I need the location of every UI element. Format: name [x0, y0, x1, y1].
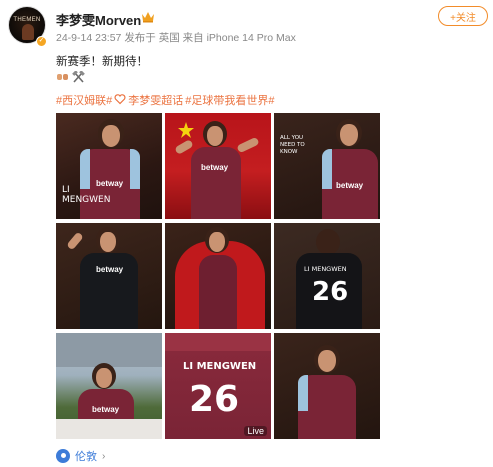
chevron-right-icon: ›	[102, 450, 106, 462]
photo-1[interactable]: betway LI MENGWEN	[56, 113, 162, 219]
jersey-number: 26	[312, 277, 349, 307]
hashtag-row: #西汉姆联# 李梦雯超话 #足球带我看世界#	[56, 92, 275, 108]
sponsor-text: betway	[92, 405, 120, 414]
photo-caption: ALL YOU NEED TO KNOW	[280, 135, 305, 155]
hashtag-link[interactable]: #足球带我看世界#	[185, 92, 274, 108]
fist-bump-icon	[57, 74, 68, 80]
post-text: 新赛季！新期待！	[56, 56, 148, 68]
post-meta: 24-9-14 23:57 发布于 英国 来自 iPhone 14 Pro Ma…	[56, 30, 296, 45]
photo-4[interactable]: betway	[56, 223, 162, 329]
post-timestamp[interactable]: 24-9-14 23:57	[56, 32, 121, 44]
hashtag-link[interactable]: #西汉姆联#	[56, 92, 112, 108]
verified-badge-icon: ✓	[36, 36, 47, 47]
sponsor-text: betway	[336, 181, 364, 190]
jersey-name: LI MENGWEN	[183, 361, 257, 372]
photo-name-line2: MENGWEN	[62, 195, 111, 205]
live-badge: Live	[244, 426, 267, 436]
post-source: 发布于 英国 来自 iPhone 14 Pro Max	[124, 32, 296, 44]
photo-7[interactable]: betway	[56, 333, 162, 439]
sponsor-text: betway	[96, 179, 124, 188]
super-topic-icon	[114, 94, 126, 105]
photo-8[interactable]: LI MENGWEN 26 Live	[165, 333, 271, 439]
jersey-number: 26	[189, 379, 240, 420]
photo-2[interactable]: betway	[165, 113, 271, 219]
avatar-figure	[22, 24, 34, 40]
jersey-name: LI MENGWEN	[304, 265, 347, 273]
location-label: 伦敦	[75, 451, 97, 463]
photo-3[interactable]: ALL YOU NEED TO KNOW betway	[274, 113, 380, 219]
avatar-text: THEMEN	[13, 17, 41, 23]
emoji-row	[56, 71, 85, 83]
username[interactable]: 李梦雯Morven	[56, 10, 141, 29]
photo-9[interactable]	[274, 333, 380, 439]
crown-icon	[142, 12, 154, 23]
location-pin-icon	[56, 449, 70, 463]
sponsor-text: betway	[96, 265, 124, 274]
flag-star-icon	[178, 122, 194, 138]
photo-6[interactable]: LI MENGWEN 26	[274, 223, 380, 329]
photo-name-line1: LI	[62, 185, 70, 195]
super-topic-link[interactable]: 李梦雯超话	[128, 92, 183, 108]
location-link[interactable]: 伦敦 ›	[56, 448, 105, 464]
hammers-icon	[72, 71, 85, 83]
sponsor-text: betway	[201, 163, 229, 172]
follow-button[interactable]: +关注	[438, 6, 488, 26]
photo-5[interactable]	[165, 223, 271, 329]
photo-grid: betway LI MENGWEN betway ALL YOU NEED TO…	[56, 113, 381, 440]
